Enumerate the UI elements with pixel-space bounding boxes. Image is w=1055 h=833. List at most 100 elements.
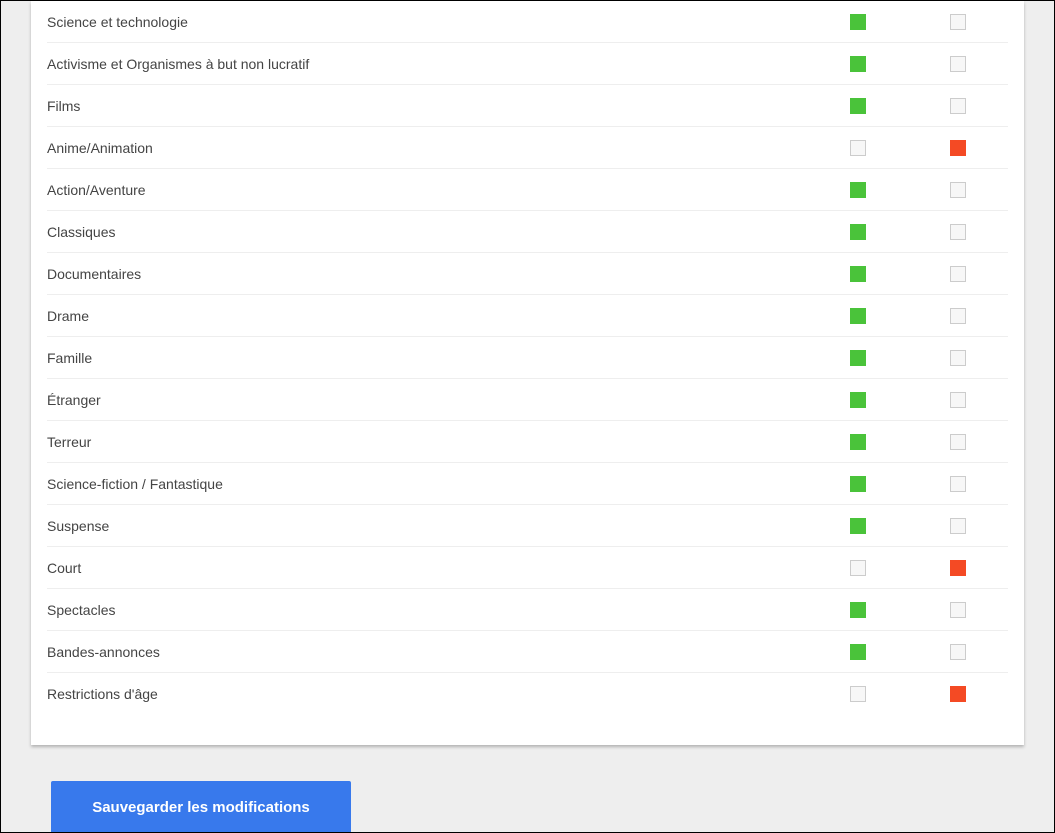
deny-column: [908, 350, 1008, 366]
category-row: Terreur: [47, 421, 1008, 463]
category-label: Activisme et Organismes à but non lucrat…: [47, 56, 808, 72]
deny-column: [908, 14, 1008, 30]
category-label: Films: [47, 98, 808, 114]
category-row: Restrictions d'âge: [47, 673, 1008, 715]
deny-checkbox[interactable]: [950, 518, 966, 534]
allow-checkbox[interactable]: [850, 518, 866, 534]
category-label: Étranger: [47, 392, 808, 408]
category-label: Drame: [47, 308, 808, 324]
deny-checkbox[interactable]: [950, 644, 966, 660]
save-button[interactable]: Sauvegarder les modifications: [51, 781, 351, 833]
allow-checkbox[interactable]: [850, 14, 866, 30]
categories-panel: Science et technologie Activisme et Organ…: [31, 1, 1024, 745]
deny-column: [908, 476, 1008, 492]
deny-checkbox[interactable]: [950, 350, 966, 366]
deny-checkbox[interactable]: [950, 476, 966, 492]
allow-column: [808, 182, 908, 198]
deny-checkbox[interactable]: [950, 392, 966, 408]
category-row: Science-fiction / Fantastique: [47, 463, 1008, 505]
allow-checkbox[interactable]: [850, 560, 866, 576]
allow-checkbox[interactable]: [850, 392, 866, 408]
category-row: Science et technologie: [47, 1, 1008, 43]
category-row: Suspense: [47, 505, 1008, 547]
allow-checkbox[interactable]: [850, 434, 866, 450]
allow-column: [808, 350, 908, 366]
deny-column: [908, 518, 1008, 534]
category-row: Étranger: [47, 379, 1008, 421]
deny-column: [908, 98, 1008, 114]
deny-checkbox[interactable]: [950, 56, 966, 72]
deny-column: [908, 308, 1008, 324]
allow-column: [808, 644, 908, 660]
deny-column: [908, 434, 1008, 450]
deny-checkbox[interactable]: [950, 182, 966, 198]
deny-column: [908, 224, 1008, 240]
deny-checkbox[interactable]: [950, 14, 966, 30]
deny-checkbox[interactable]: [950, 602, 966, 618]
deny-checkbox[interactable]: [950, 140, 966, 156]
deny-checkbox[interactable]: [950, 434, 966, 450]
deny-column: [908, 266, 1008, 282]
allow-column: [808, 434, 908, 450]
category-label: Suspense: [47, 518, 808, 534]
allow-checkbox[interactable]: [850, 266, 866, 282]
category-row: Anime/Animation: [47, 127, 1008, 169]
allow-checkbox[interactable]: [850, 350, 866, 366]
allow-column: [808, 308, 908, 324]
category-row: Court: [47, 547, 1008, 589]
deny-column: [908, 392, 1008, 408]
allow-column: [808, 392, 908, 408]
deny-column: [908, 56, 1008, 72]
category-label: Action/Aventure: [47, 182, 808, 198]
category-label: Bandes-annonces: [47, 644, 808, 660]
allow-checkbox[interactable]: [850, 644, 866, 660]
allow-column: [808, 140, 908, 156]
category-label: Classiques: [47, 224, 808, 240]
deny-checkbox[interactable]: [950, 560, 966, 576]
allow-column: [808, 98, 908, 114]
allow-checkbox[interactable]: [850, 98, 866, 114]
allow-column: [808, 224, 908, 240]
deny-checkbox[interactable]: [950, 308, 966, 324]
category-row: Classiques: [47, 211, 1008, 253]
category-row: Action/Aventure: [47, 169, 1008, 211]
category-row: Spectacles: [47, 589, 1008, 631]
category-label: Science-fiction / Fantastique: [47, 476, 808, 492]
allow-checkbox[interactable]: [850, 140, 866, 156]
allow-checkbox[interactable]: [850, 308, 866, 324]
allow-checkbox[interactable]: [850, 602, 866, 618]
allow-column: [808, 266, 908, 282]
category-label: Court: [47, 560, 808, 576]
category-label: Documentaires: [47, 266, 808, 282]
category-label: Anime/Animation: [47, 140, 808, 156]
category-label: Famille: [47, 350, 808, 366]
allow-column: [808, 602, 908, 618]
allow-column: [808, 476, 908, 492]
deny-checkbox[interactable]: [950, 266, 966, 282]
deny-column: [908, 602, 1008, 618]
app-frame: Science et technologie Activisme et Organ…: [0, 0, 1055, 833]
category-label: Science et technologie: [47, 14, 808, 30]
category-label: Restrictions d'âge: [47, 686, 808, 702]
category-label: Spectacles: [47, 602, 808, 618]
allow-column: [808, 56, 908, 72]
category-row: Documentaires: [47, 253, 1008, 295]
allow-column: [808, 14, 908, 30]
allow-checkbox[interactable]: [850, 686, 866, 702]
allow-column: [808, 518, 908, 534]
allow-checkbox[interactable]: [850, 224, 866, 240]
allow-checkbox[interactable]: [850, 476, 866, 492]
deny-checkbox[interactable]: [950, 98, 966, 114]
deny-column: [908, 140, 1008, 156]
category-row: Bandes-annonces: [47, 631, 1008, 673]
deny-column: [908, 560, 1008, 576]
deny-checkbox[interactable]: [950, 224, 966, 240]
category-label: Terreur: [47, 434, 808, 450]
deny-column: [908, 644, 1008, 660]
allow-checkbox[interactable]: [850, 182, 866, 198]
allow-column: [808, 686, 908, 702]
deny-column: [908, 686, 1008, 702]
category-row: Films: [47, 85, 1008, 127]
allow-checkbox[interactable]: [850, 56, 866, 72]
deny-checkbox[interactable]: [950, 686, 966, 702]
